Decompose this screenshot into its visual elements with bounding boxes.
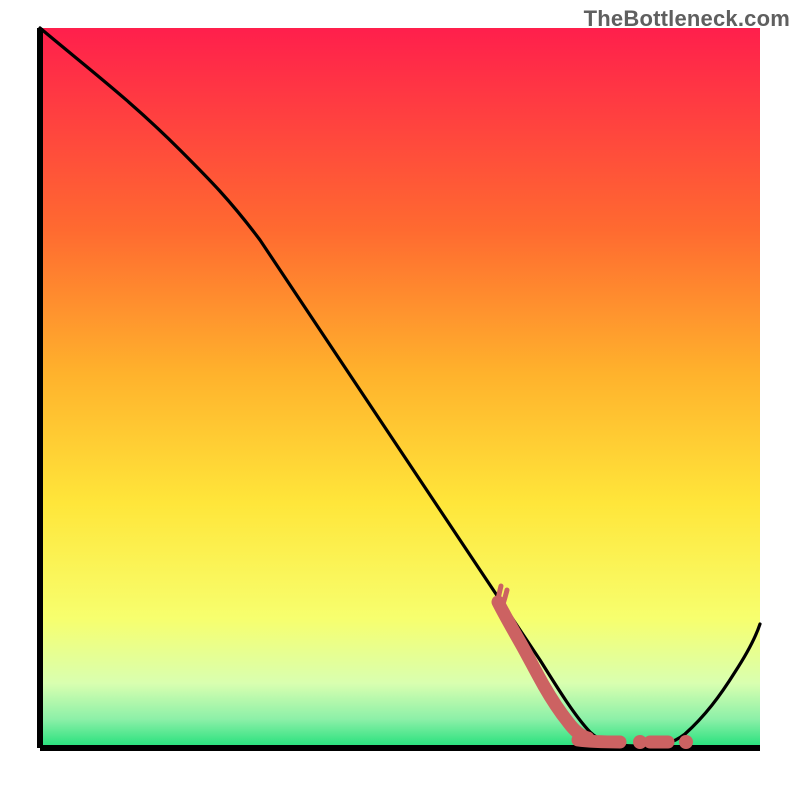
plot-background	[40, 28, 760, 748]
watermark-text: TheBottleneck.com	[584, 6, 790, 32]
scribble-dot-icon	[679, 735, 693, 749]
bottleneck-chart	[0, 0, 800, 800]
